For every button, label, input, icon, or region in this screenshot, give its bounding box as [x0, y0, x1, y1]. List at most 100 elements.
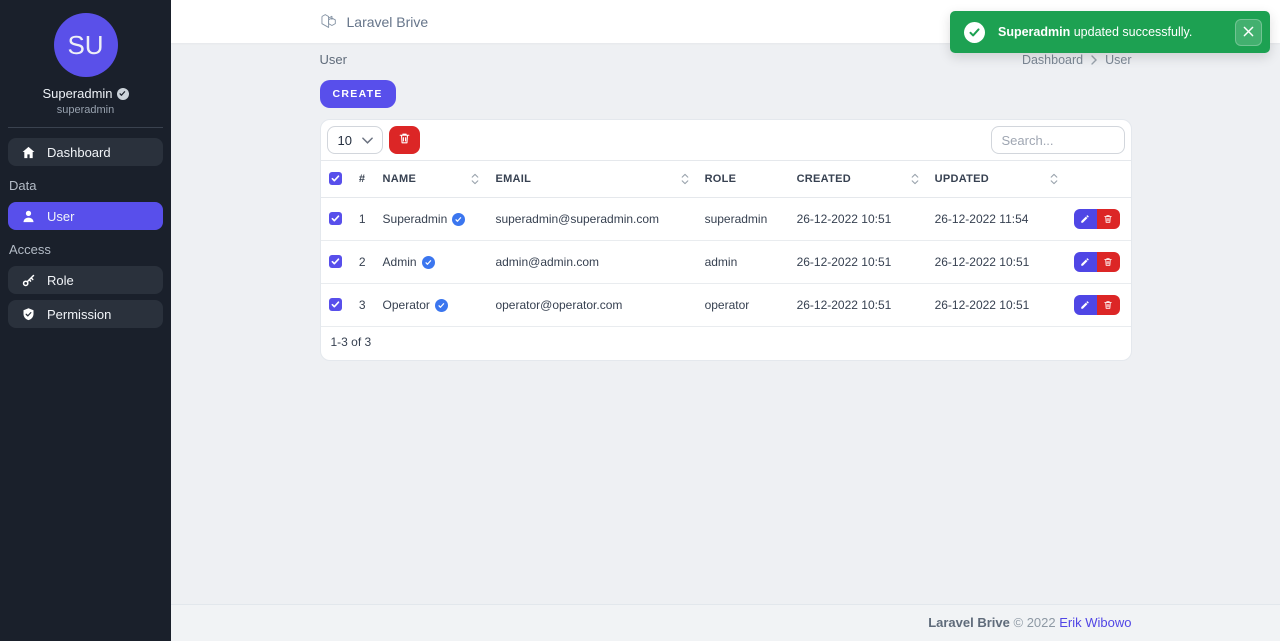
- trash-icon: [398, 132, 411, 148]
- column-header-role: ROLE: [696, 160, 789, 198]
- success-check-icon: [964, 21, 985, 43]
- search-input[interactable]: [990, 126, 1125, 154]
- sidebar-item-label: Dashboard: [47, 144, 111, 160]
- verified-badge-icon: [421, 255, 435, 269]
- column-header-email: EMAIL: [495, 173, 532, 185]
- user-icon: [21, 209, 36, 224]
- page-title: User: [319, 52, 347, 67]
- create-button[interactable]: CREATE: [319, 80, 396, 108]
- close-icon: [1243, 25, 1254, 40]
- sidebar-item-label: Permission: [47, 306, 112, 322]
- breadcrumb-dashboard[interactable]: Dashboard: [1022, 53, 1083, 67]
- edit-button[interactable]: [1073, 209, 1097, 229]
- edit-button[interactable]: [1073, 252, 1097, 272]
- pencil-icon: [1080, 255, 1090, 270]
- cell-updated: 26-12-2022 10:51: [926, 240, 1066, 284]
- sidebar: SU Superadmin superadmin Dashboard Data …: [0, 0, 171, 641]
- cell-updated: 26-12-2022 11:54: [926, 197, 1066, 241]
- sidebar-divider: [8, 127, 163, 128]
- shield-check-icon: [21, 307, 36, 322]
- cell-num: 2: [350, 240, 375, 284]
- breadcrumb-current: User: [1105, 52, 1132, 67]
- bulk-delete-button[interactable]: [388, 126, 420, 154]
- sidebar-item-dashboard[interactable]: Dashboard: [8, 138, 163, 166]
- cell-updated: 26-12-2022 10:51: [926, 283, 1066, 327]
- sidebar-item-role[interactable]: Role: [8, 266, 163, 294]
- column-header-updated: UPDATED: [934, 173, 990, 185]
- toast-message: Superadmin updated successfully.: [998, 25, 1193, 39]
- trash-icon: [1103, 255, 1113, 270]
- trash-icon: [1103, 212, 1113, 227]
- key-icon: [21, 273, 36, 288]
- delete-button[interactable]: [1096, 209, 1120, 229]
- footer-brand: Laravel Brive: [928, 615, 1010, 630]
- sidebar-item-label: Role: [47, 272, 74, 288]
- verified-badge-icon: [116, 87, 129, 100]
- sidebar-item-label: User: [47, 208, 75, 224]
- select-all-checkbox[interactable]: [328, 172, 342, 185]
- sidebar-section-access: Access: [9, 242, 51, 257]
- breadcrumb: Dashboard User: [1022, 53, 1132, 67]
- sort-icon[interactable]: [1050, 173, 1058, 185]
- delete-button[interactable]: [1096, 295, 1120, 315]
- per-page-select[interactable]: 10: [326, 126, 383, 154]
- cell-role: admin: [696, 240, 789, 284]
- content: User Dashboard User CREATE 10 Search... …: [171, 43, 1280, 604]
- table-row: 2 Admin admin@admin.com admin 26-12-2022…: [320, 240, 1131, 284]
- page-footer: Laravel Brive © 2022 Erik Wibowo: [171, 604, 1280, 641]
- cell-email: admin@admin.com: [487, 240, 697, 284]
- cell-name: Admin: [382, 255, 417, 269]
- cell-num: 1: [350, 197, 375, 241]
- home-icon: [21, 145, 36, 160]
- footer-author-link[interactable]: Erik Wibowo: [1059, 615, 1131, 630]
- cell-name: Operator: [382, 298, 430, 312]
- profile-block: SU Superadmin superadmin: [0, 0, 171, 116]
- sidebar-item-permission[interactable]: Permission: [8, 300, 163, 328]
- brand-name[interactable]: Laravel Brive: [347, 14, 429, 30]
- table-header-row: # NAME EMAIL ROLE CREATED UPDATED: [320, 160, 1131, 198]
- row-checkbox[interactable]: [328, 298, 342, 311]
- profile-username: superadmin: [56, 104, 115, 116]
- sidebar-item-user[interactable]: User: [8, 202, 163, 230]
- profile-name: Superadmin: [42, 86, 113, 101]
- cell-num: 3: [350, 283, 375, 327]
- row-checkbox[interactable]: [328, 212, 342, 225]
- table-row: 1 Superadmin superadmin@superadmin.com s…: [320, 197, 1131, 241]
- avatar[interactable]: SU: [53, 13, 118, 77]
- cell-role: operator: [696, 283, 789, 327]
- pencil-icon: [1080, 298, 1090, 313]
- verified-badge-icon: [452, 212, 466, 226]
- cell-role: superadmin: [696, 197, 789, 241]
- main-area: Laravel Brive User Dashboard User CREATE: [171, 0, 1280, 641]
- chevron-down-icon: [361, 136, 373, 144]
- per-page-value: 10: [337, 132, 352, 148]
- cell-name: Superadmin: [382, 212, 448, 226]
- cell-created: 26-12-2022 10:51: [788, 283, 927, 327]
- pencil-icon: [1080, 212, 1090, 227]
- verified-badge-icon: [434, 298, 448, 312]
- cell-email: superadmin@superadmin.com: [487, 197, 697, 241]
- footer-copyright: © 2022: [1013, 615, 1056, 630]
- table-row: 3 Operator operator@operator.com operato…: [320, 283, 1131, 327]
- sort-icon[interactable]: [681, 173, 689, 185]
- pagination-summary: 1-3 of 3: [330, 335, 372, 349]
- user-table: # NAME EMAIL ROLE CREATED UPDATED 1 Supe…: [320, 160, 1131, 327]
- cell-email: operator@operator.com: [487, 283, 697, 327]
- user-table-card: 10 Search... # NAME EMAIL ROLE CREATED U…: [319, 119, 1132, 361]
- laravel-logo-icon: [320, 12, 338, 31]
- toast-close-button[interactable]: [1235, 18, 1262, 46]
- sidebar-nav: Dashboard Data User Access Role Permissi…: [0, 138, 171, 328]
- sort-icon[interactable]: [911, 173, 919, 185]
- row-checkbox[interactable]: [328, 255, 342, 268]
- delete-button[interactable]: [1096, 252, 1120, 272]
- column-header-name: NAME: [382, 173, 417, 185]
- sidebar-section-data: Data: [9, 178, 37, 193]
- chevron-right-icon: [1091, 54, 1098, 65]
- toast-success: Superadmin updated successfully.: [950, 11, 1270, 53]
- sort-icon[interactable]: [471, 173, 479, 185]
- column-header-num: #: [350, 160, 375, 198]
- trash-icon: [1103, 298, 1113, 313]
- cell-created: 26-12-2022 10:51: [788, 197, 927, 241]
- column-header-created: CREATED: [796, 173, 852, 185]
- edit-button[interactable]: [1073, 295, 1097, 315]
